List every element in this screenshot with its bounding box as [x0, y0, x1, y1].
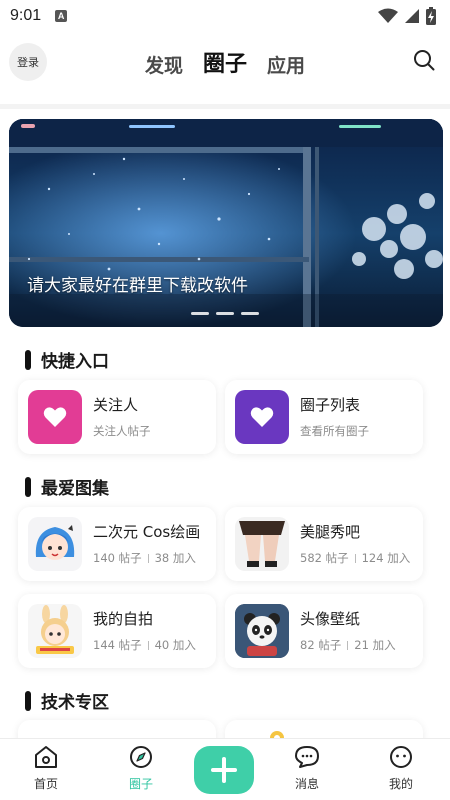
card-subtitle: 查看所有圈子 [300, 424, 369, 438]
nav-label: 消息 [294, 777, 319, 791]
card-title: 我的自拍 [93, 610, 154, 628]
banner-carousel[interactable]: 请大家最好在群里下载改软件 [9, 119, 443, 327]
card-title: 美腿秀吧 [300, 523, 361, 541]
status-bar: 9:01 A [0, 0, 450, 32]
join-count: 40 加入 [154, 638, 196, 652]
album-thumbnail [28, 517, 82, 571]
quick-entry-following[interactable]: 关注人 关注人帖子 [18, 380, 216, 454]
heart-icon-tile [235, 390, 289, 444]
home-icon [35, 746, 57, 768]
tab-apps[interactable]: 应用 [267, 51, 305, 78]
card-stats: 82 帖子 21 加入 [300, 637, 396, 653]
post-count: 140 帖子 [93, 551, 142, 565]
carousel-indicator [191, 312, 259, 315]
status-time: 9:01 [10, 7, 42, 24]
post-count: 82 帖子 [300, 638, 342, 652]
nav-label: 首页 [33, 777, 58, 791]
album-card[interactable]: 头像壁纸 82 帖子 21 加入 [225, 594, 423, 668]
card-title: 关注人 [93, 396, 139, 414]
quick-entry-circle-list[interactable]: 圈子列表 查看所有圈子 [225, 380, 423, 454]
card-subtitle: 关注人帖子 [93, 424, 151, 438]
anime-avatar-image [35, 525, 75, 560]
section-quick-entry: 快捷入口 [25, 347, 109, 372]
nav-label: 我的 [388, 777, 413, 791]
carousel-dot [216, 312, 234, 315]
panda-avatar-image [235, 604, 289, 658]
header-divider [0, 104, 450, 109]
section-title: 快捷入口 [41, 352, 109, 372]
card-title: 二次元 Cos绘画 [93, 523, 201, 541]
battery-icon [426, 7, 436, 25]
compass-icon [130, 746, 152, 768]
nav-circles[interactable]: 圈子 [111, 745, 171, 792]
profile-icon [390, 746, 412, 768]
album-card[interactable]: 美腿秀吧 582 帖子 124 加入 [225, 507, 423, 581]
tab-circles[interactable]: 圈子 [203, 46, 247, 78]
section-title: 技术专区 [41, 693, 109, 713]
album-card[interactable]: 我的自拍 144 帖子 40 加入 [18, 594, 216, 668]
nav-messages[interactable]: 消息 [277, 745, 337, 792]
card-stats: 144 帖子 40 加入 [93, 637, 196, 653]
tab-discover[interactable]: 发现 [145, 51, 183, 78]
section-favorite-albums: 最爱图集 [25, 474, 109, 499]
heart-icon [43, 407, 67, 427]
card-stats: 582 帖子 124 加入 [300, 550, 410, 566]
wifi-icon [378, 8, 398, 23]
banner-caption: 请大家最好在群里下载改软件 [27, 276, 248, 296]
signal-icon [405, 9, 419, 23]
card-title: 头像壁纸 [300, 610, 361, 628]
message-icon [295, 746, 319, 768]
stats-separator [347, 641, 349, 650]
nav-profile[interactable]: 我的 [371, 745, 431, 792]
album-card[interactable]: 二次元 Cos绘画 140 帖子 38 加入 [18, 507, 216, 581]
section-bar [25, 690, 31, 711]
card-stats: 140 帖子 38 加入 [93, 550, 196, 566]
join-count: 21 加入 [354, 638, 396, 652]
carousel-dot [191, 312, 209, 315]
card-title: 圈子列表 [300, 396, 361, 414]
top-header: 登录 发现 圈子 应用 [0, 32, 450, 98]
nav-home[interactable]: 首页 [16, 745, 76, 792]
search-icon[interactable] [412, 48, 436, 72]
join-count: 124 加入 [361, 551, 411, 565]
bunny-girl-image [36, 605, 74, 654]
plus-icon [211, 757, 237, 783]
section-tech-zone: 技术专区 [25, 688, 109, 713]
album-thumbnail [235, 604, 289, 658]
carousel-dot [241, 312, 259, 315]
album-thumbnail [28, 604, 82, 658]
stats-separator [147, 641, 149, 650]
section-bar [25, 349, 31, 370]
app-notification-icon: A [55, 10, 68, 22]
post-count: 582 帖子 [300, 551, 349, 565]
nav-label: 圈子 [128, 777, 153, 791]
top-tabs: 发现 圈子 应用 [0, 46, 450, 78]
join-count: 38 加入 [154, 551, 196, 565]
stats-separator [147, 554, 149, 563]
heart-icon-tile [28, 390, 82, 444]
album-thumbnail [235, 517, 289, 571]
bottom-navigation: 首页 圈子 消息 我的 [0, 738, 450, 800]
add-post-button[interactable] [194, 746, 254, 794]
stats-separator [354, 554, 356, 563]
section-title: 最爱图集 [41, 479, 109, 499]
heart-icon [250, 407, 274, 427]
post-count: 144 帖子 [93, 638, 142, 652]
legs-photo-image [239, 521, 285, 567]
section-bar [25, 476, 31, 497]
